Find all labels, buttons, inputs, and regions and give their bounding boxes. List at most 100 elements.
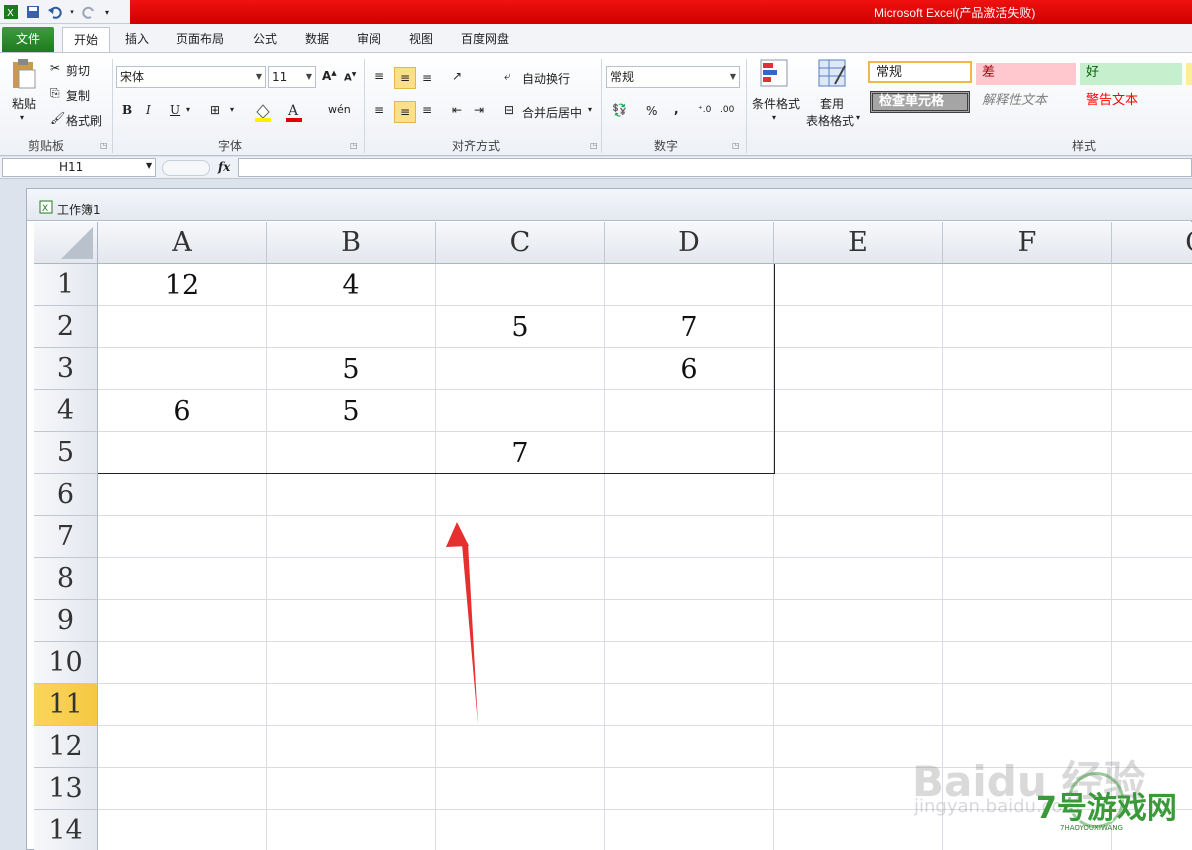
wrap-text-icon[interactable]: ⤶ xyxy=(504,69,511,84)
tab-view[interactable]: 视图 xyxy=(400,27,442,52)
tab-insert[interactable]: 插入 xyxy=(116,27,158,52)
cell-d3[interactable]: 6 xyxy=(605,348,773,390)
merge-center-button[interactable]: 合并后居中 xyxy=(522,104,582,121)
italic-button[interactable]: I xyxy=(146,103,151,117)
merge-dropdown-icon[interactable]: ▾ xyxy=(588,105,592,114)
alignment-launcher-icon[interactable]: ◳ xyxy=(590,141,598,150)
row-header-11[interactable]: 11 xyxy=(34,684,98,726)
formula-bar-splitter[interactable] xyxy=(162,160,210,176)
style-neutral-partial[interactable] xyxy=(1186,63,1192,85)
redo-icon[interactable] xyxy=(80,3,98,21)
style-bad[interactable]: 差 xyxy=(976,63,1076,85)
row-header-9[interactable]: 9 xyxy=(34,600,98,642)
comma-button[interactable]: , xyxy=(674,102,679,116)
save-icon[interactable] xyxy=(24,3,42,21)
merge-center-icon[interactable]: ⊟ xyxy=(504,103,514,117)
tab-data[interactable]: 数据 xyxy=(296,27,338,52)
orientation-icon[interactable]: ↗ xyxy=(452,69,462,83)
cut-icon[interactable]: ✂ xyxy=(50,61,60,75)
align-top-icon[interactable]: ≡ xyxy=(374,69,384,83)
font-name-select[interactable]: 宋体 ▼ xyxy=(116,66,266,88)
excel-app-icon[interactable]: X xyxy=(2,3,20,21)
align-middle-icon[interactable]: ≡ xyxy=(394,67,416,89)
cell-a4[interactable]: 6 xyxy=(98,390,266,432)
format-as-table-dropdown-icon[interactable]: ▾ xyxy=(856,113,860,122)
style-check-cell[interactable]: 检查单元格 xyxy=(870,91,970,113)
clipboard-launcher-icon[interactable]: ◳ xyxy=(100,141,108,150)
font-color-icon[interactable]: A xyxy=(284,101,304,123)
font-launcher-icon[interactable]: ◳ xyxy=(350,141,358,150)
copy-button[interactable]: 复制 xyxy=(66,87,90,104)
cell-c5[interactable]: 7 xyxy=(436,432,604,474)
row-header-10[interactable]: 10 xyxy=(34,642,98,684)
paste-icon[interactable] xyxy=(8,57,38,91)
tab-baidu-netdisk[interactable]: 百度网盘 xyxy=(452,27,518,52)
cell-c2[interactable]: 5 xyxy=(436,306,604,348)
border-dropdown-icon[interactable]: ▾ xyxy=(230,105,234,114)
row-header-6[interactable]: 6 xyxy=(34,474,98,516)
increase-indent-icon[interactable]: ⇥ xyxy=(474,103,484,117)
fill-color-icon[interactable] xyxy=(252,101,274,123)
decrease-indent-icon[interactable]: ⇤ xyxy=(452,103,462,117)
customize-qat-icon[interactable]: ▾ xyxy=(102,3,112,21)
row-header-2[interactable]: 2 xyxy=(34,306,98,348)
underline-dropdown-icon[interactable]: ▾ xyxy=(186,105,190,114)
font-size-select[interactable]: 11 ▼ xyxy=(268,66,316,88)
conditional-format-dropdown-icon[interactable]: ▾ xyxy=(772,113,776,122)
tab-page-layout[interactable]: 页面布局 xyxy=(168,27,232,52)
row-header-1[interactable]: 1 xyxy=(34,264,98,306)
cell-b4[interactable]: 5 xyxy=(267,390,435,432)
format-as-table-label-1[interactable]: 套用 xyxy=(820,95,844,112)
currency-icon[interactable]: 💱 xyxy=(612,103,627,117)
insert-function-button[interactable]: fx xyxy=(218,160,230,174)
name-box[interactable]: H11 xyxy=(2,158,156,177)
wrap-text-button[interactable]: 自动换行 xyxy=(522,70,570,87)
cut-button[interactable]: 剪切 xyxy=(66,62,90,79)
column-header-g[interactable]: G xyxy=(1112,222,1192,264)
format-as-table-button[interactable]: 表格格式 xyxy=(806,112,854,129)
underline-button[interactable]: U xyxy=(170,103,180,117)
cell-b1[interactable]: 4 xyxy=(267,264,435,306)
row-header-14[interactable]: 14 xyxy=(34,810,98,850)
shrink-font-icon[interactable]: A▼ xyxy=(344,71,356,83)
style-normal[interactable]: 常规 xyxy=(868,61,972,83)
column-header-e[interactable]: E xyxy=(774,222,943,264)
percent-button[interactable]: % xyxy=(646,104,657,118)
phonetic-icon[interactable]: wén xyxy=(328,103,351,116)
cell-b3[interactable]: 5 xyxy=(267,348,435,390)
row-header-3[interactable]: 3 xyxy=(34,348,98,390)
format-as-table-icon[interactable] xyxy=(816,57,848,89)
select-all-corner[interactable] xyxy=(34,222,98,264)
number-launcher-icon[interactable]: ◳ xyxy=(732,141,740,150)
copy-icon[interactable]: ⎘ xyxy=(50,86,60,101)
tab-file[interactable]: 文件 xyxy=(2,27,54,52)
cell-d2[interactable]: 7 xyxy=(605,306,773,348)
chevron-down-icon[interactable]: ▼ xyxy=(146,161,152,170)
column-header-c[interactable]: C xyxy=(436,222,605,264)
style-explanatory[interactable]: 解释性文本 xyxy=(976,91,1076,113)
paste-button[interactable]: 粘贴 xyxy=(12,95,36,112)
undo-dropdown-icon[interactable]: ▾ xyxy=(68,3,76,21)
row-header-7[interactable]: 7 xyxy=(34,516,98,558)
conditional-format-icon[interactable] xyxy=(758,57,790,89)
row-header-5[interactable]: 5 xyxy=(34,432,98,474)
number-format-select[interactable]: 常规 ▼ xyxy=(606,66,740,88)
tab-formulas[interactable]: 公式 xyxy=(244,27,286,52)
align-right-icon[interactable]: ≡ xyxy=(422,103,432,117)
column-header-a[interactable]: A xyxy=(98,222,267,264)
tab-home[interactable]: 开始 xyxy=(62,27,110,52)
conditional-format-button[interactable]: 条件格式 xyxy=(752,95,800,112)
column-header-f[interactable]: F xyxy=(943,222,1112,264)
grow-font-icon[interactable]: A▲ xyxy=(322,69,337,83)
row-header-12[interactable]: 12 xyxy=(34,726,98,768)
style-warning[interactable]: 警告文本 xyxy=(1080,91,1180,113)
row-header-8[interactable]: 8 xyxy=(34,558,98,600)
format-painter-button[interactable]: 格式刷 xyxy=(66,112,102,129)
cell-a1[interactable]: 12 xyxy=(98,264,266,306)
align-center-icon[interactable]: ≡ xyxy=(394,101,416,123)
increase-decimal-icon[interactable]: ⁺.0 xyxy=(698,105,711,115)
style-good[interactable]: 好 xyxy=(1080,63,1182,85)
format-painter-icon[interactable]: 🖌 xyxy=(50,111,65,125)
align-left-icon[interactable]: ≡ xyxy=(374,103,384,117)
formula-input[interactable] xyxy=(238,158,1192,177)
